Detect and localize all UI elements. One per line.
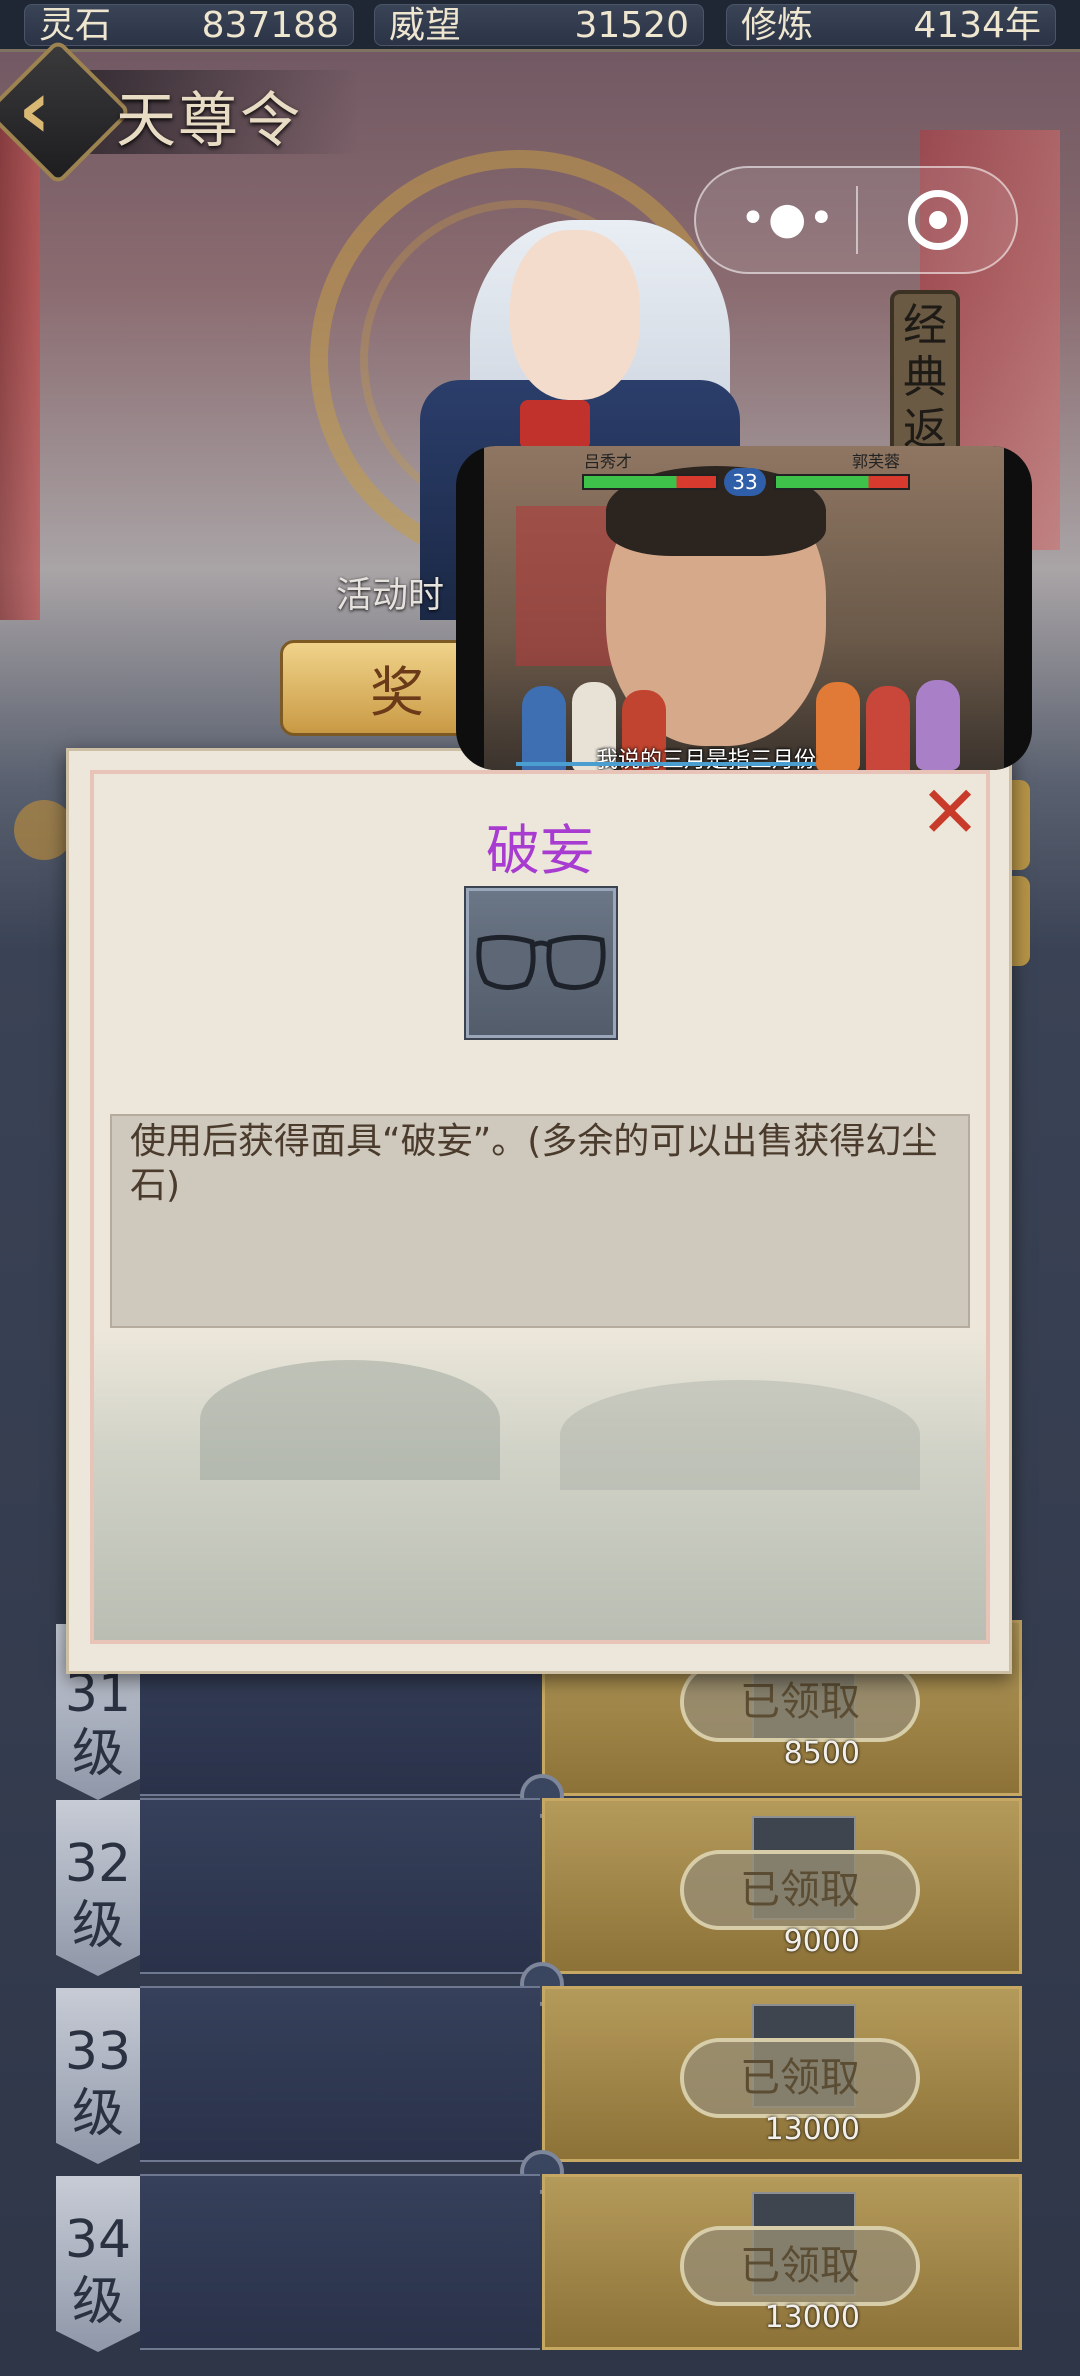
activity-time-label: 活动时 xyxy=(336,575,445,616)
level-row-left xyxy=(140,2174,540,2350)
back-arrow-icon[interactable]: ‹ xyxy=(18,70,88,150)
claimed-button[interactable]: 已领取 xyxy=(680,2226,920,2306)
reward-button-label: 奖 xyxy=(370,661,424,724)
reward-quantity: 13000 xyxy=(764,2300,860,2335)
level-number: 33 xyxy=(64,2022,132,2082)
claimed-button[interactable]: 已领取 xyxy=(680,1662,920,1742)
level-unit: 级 xyxy=(71,1724,124,1784)
resource-value: 31520 xyxy=(574,5,689,46)
player-name-left: 吕秀才 xyxy=(584,452,633,471)
level-row-left xyxy=(140,1986,540,2162)
resource-cultivation: 修炼 4134年 xyxy=(726,4,1056,46)
health-bar-left xyxy=(582,474,718,490)
level-unit: 级 xyxy=(71,2272,124,2332)
more-icon[interactable]: •●• xyxy=(740,194,834,244)
reward-quantity: 13000 xyxy=(764,2112,860,2147)
item-description: 使用后获得面具“破妄”。(多余的可以出售获得幻尘石) xyxy=(130,1121,938,1206)
chibi-character xyxy=(816,682,860,770)
close-icon[interactable]: ✕ xyxy=(918,776,982,848)
reward-quantity: 9000 xyxy=(783,1924,860,1959)
resource-label: 威望 xyxy=(389,5,462,46)
character-face xyxy=(510,230,640,400)
level-unit: 级 xyxy=(71,1896,124,1956)
level-number: 32 xyxy=(64,1834,132,1894)
chibi-character xyxy=(916,680,960,770)
resource-label: 灵石 xyxy=(39,5,112,46)
reward-quantity: 8500 xyxy=(783,1736,860,1771)
vs-badge: 33 xyxy=(724,468,766,496)
left-banner xyxy=(0,100,40,620)
page-title: 天尊令 xyxy=(116,86,302,156)
resource-bar: 灵石 837188 威望 31520 修炼 4134年 xyxy=(0,0,1080,52)
video-progress-bar[interactable] xyxy=(516,762,816,766)
resource-value: 837188 xyxy=(201,5,339,46)
left-ornament-icon xyxy=(14,800,74,860)
level-number: 34 xyxy=(64,2210,132,2270)
capsule-divider xyxy=(856,186,858,254)
resource-prestige: 威望 31520 xyxy=(374,4,704,46)
event-sign-text: 经典返 xyxy=(903,300,947,455)
level-badge: 33 级 xyxy=(56,1988,140,2164)
resource-label: 修炼 xyxy=(741,5,814,46)
player-name-right: 郭芙蓉 xyxy=(852,452,901,471)
level-row-left xyxy=(140,1798,540,1974)
dialog-title: 破妄 xyxy=(486,819,594,882)
character-bow xyxy=(520,400,590,450)
screen: 灵石 837188 威望 31520 修炼 4134年 ‹ 天尊令 •●• 经典… xyxy=(0,0,1080,2376)
health-bar-right xyxy=(774,474,910,490)
glasses-icon xyxy=(476,934,606,990)
floating-video-window[interactable]: 吕秀才 郭芙蓉 33 我说的三月是指三月份 xyxy=(456,446,1032,770)
chibi-character xyxy=(522,686,566,770)
claimed-button[interactable]: 已领取 xyxy=(680,2038,920,2118)
resource-value: 4134年 xyxy=(913,5,1041,46)
chibi-character xyxy=(866,686,910,770)
exit-target-icon[interactable] xyxy=(908,190,968,250)
level-badge: 32 级 xyxy=(56,1800,140,1976)
level-badge: 34 级 xyxy=(56,2176,140,2352)
level-unit: 级 xyxy=(71,2084,124,2144)
claimed-button[interactable]: 已领取 xyxy=(680,1850,920,1930)
resource-spirit-stone: 灵石 837188 xyxy=(24,4,354,46)
